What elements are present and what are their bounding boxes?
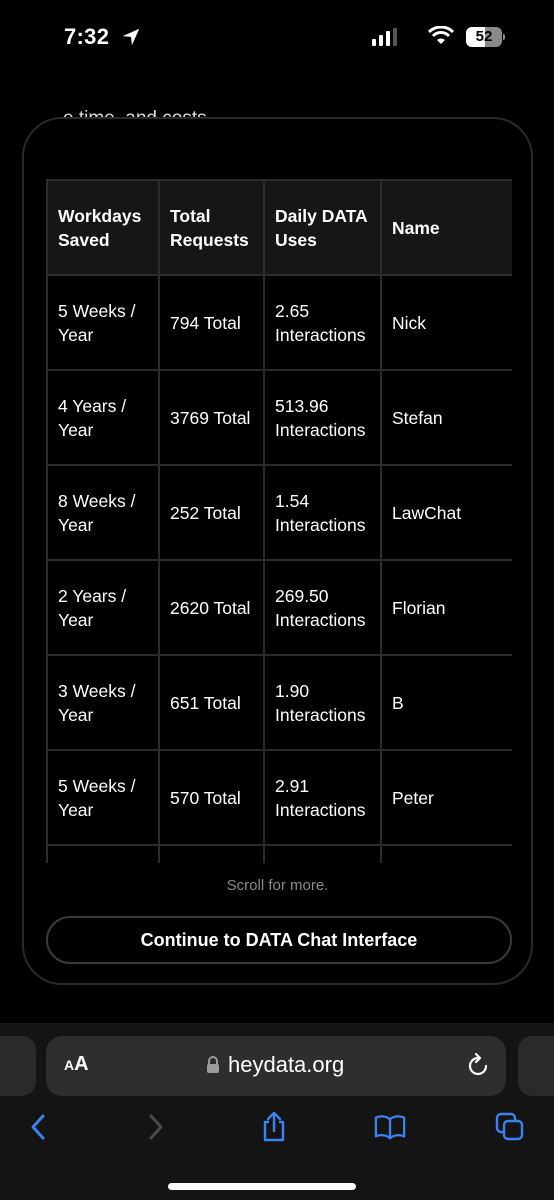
cell-workdays-saved: 8 Weeks / Year bbox=[46, 464, 160, 561]
table-row: 2 Years / Year 2620 Total 269.50 Interac… bbox=[46, 559, 512, 656]
cell-total-requests: 3769 Total bbox=[158, 369, 265, 466]
cellular-signal-icon bbox=[372, 28, 397, 46]
url-text[interactable]: heydata.org bbox=[228, 1052, 344, 1078]
table-header-row: Workdays Saved Total Requests Daily DATA… bbox=[46, 179, 512, 276]
column-header-workdays-saved: Workdays Saved bbox=[46, 179, 160, 276]
cell-daily-uses bbox=[263, 844, 382, 863]
battery-tip bbox=[503, 34, 505, 40]
status-bar: 7:32 52 bbox=[0, 0, 554, 80]
cell-name: B bbox=[380, 654, 512, 751]
cell-workdays-saved: 4 Years / Year bbox=[46, 369, 160, 466]
home-indicator[interactable] bbox=[168, 1183, 356, 1190]
cell-name: LawChat bbox=[380, 464, 512, 561]
stats-table: Workdays Saved Total Requests Daily DATA… bbox=[46, 179, 512, 863]
continue-to-chat-button[interactable]: Continue to DATA Chat Interface bbox=[46, 916, 512, 964]
cell-workdays-saved: 5 Weeks / Year bbox=[46, 749, 160, 846]
back-button[interactable] bbox=[22, 1111, 54, 1143]
forward-button[interactable] bbox=[140, 1111, 172, 1143]
cell-total-requests: 2620 Total bbox=[158, 559, 265, 656]
cell-total-requests bbox=[158, 844, 265, 863]
location-arrow-icon bbox=[122, 28, 140, 46]
cell-total-requests: 252 Total bbox=[158, 464, 265, 561]
lock-icon bbox=[207, 1056, 219, 1073]
share-icon bbox=[263, 1111, 285, 1142]
cell-name: Florian bbox=[380, 559, 512, 656]
cell-daily-uses: 2.65 Interactions bbox=[263, 274, 382, 371]
column-header-daily-uses: Daily DATA Uses bbox=[263, 179, 382, 276]
cell-name: Peter bbox=[380, 749, 512, 846]
cell-daily-uses: 1.54 Interactions bbox=[263, 464, 382, 561]
address-bar[interactable]: AA heydata.org bbox=[46, 1036, 506, 1096]
battery-level: 52 bbox=[475, 28, 493, 45]
bookmarks-button[interactable] bbox=[374, 1111, 406, 1143]
table-row: 3 Weeks / Year 651 Total 1.90 Interactio… bbox=[46, 654, 512, 751]
battery-icon: 52 bbox=[466, 27, 502, 47]
stats-table-scroll[interactable]: Workdays Saved Total Requests Daily DATA… bbox=[46, 179, 512, 863]
cell-daily-uses: 2.91 Interactions bbox=[263, 749, 382, 846]
table-row: 5 Weeks / Year 570 Total 2.91 Interactio… bbox=[46, 749, 512, 846]
table-row bbox=[46, 844, 512, 863]
share-button[interactable] bbox=[258, 1111, 290, 1143]
cell-daily-uses: 269.50 Interactions bbox=[263, 559, 382, 656]
cell-workdays-saved: 5 Weeks / Year bbox=[46, 274, 160, 371]
cell-workdays-saved: 2 Years / Year bbox=[46, 559, 160, 656]
wifi-icon bbox=[428, 26, 454, 44]
cell-name: Nick bbox=[380, 274, 512, 371]
cell-name: Stefan bbox=[380, 369, 512, 466]
table-row: 5 Weeks / Year 794 Total 2.65 Interactio… bbox=[46, 274, 512, 371]
cell-workdays-saved bbox=[46, 844, 160, 863]
book-icon bbox=[374, 1115, 406, 1140]
chevron-right-icon bbox=[149, 1114, 163, 1140]
status-time: 7:32 bbox=[64, 24, 110, 49]
previous-tab-peek[interactable] bbox=[0, 1036, 36, 1096]
cell-name bbox=[380, 844, 512, 863]
table-row: 4 Years / Year 3769 Total 513.96 Interac… bbox=[46, 369, 512, 466]
chevron-left-icon bbox=[31, 1114, 45, 1140]
column-header-total-requests: Total Requests bbox=[158, 179, 265, 276]
cell-total-requests: 570 Total bbox=[158, 749, 265, 846]
cell-daily-uses: 513.96 Interactions bbox=[263, 369, 382, 466]
browser-toolbar: AA heydata.org bbox=[0, 1023, 554, 1200]
reload-icon[interactable] bbox=[466, 1053, 490, 1079]
stats-modal: Workdays Saved Total Requests Daily DATA… bbox=[22, 117, 533, 985]
text-size-button[interactable]: AA bbox=[64, 1053, 89, 1076]
cell-workdays-saved: 3 Weeks / Year bbox=[46, 654, 160, 751]
tabs-icon bbox=[495, 1112, 524, 1141]
cell-total-requests: 651 Total bbox=[158, 654, 265, 751]
table-row: 8 Weeks / Year 252 Total 1.54 Interactio… bbox=[46, 464, 512, 561]
column-header-name: Name bbox=[380, 179, 512, 276]
tabs-button[interactable] bbox=[494, 1111, 526, 1143]
cell-total-requests: 794 Total bbox=[158, 274, 265, 371]
next-tab-peek[interactable] bbox=[518, 1036, 554, 1096]
cell-daily-uses: 1.90 Interactions bbox=[263, 654, 382, 751]
scroll-hint: Scroll for more. bbox=[226, 877, 329, 894]
